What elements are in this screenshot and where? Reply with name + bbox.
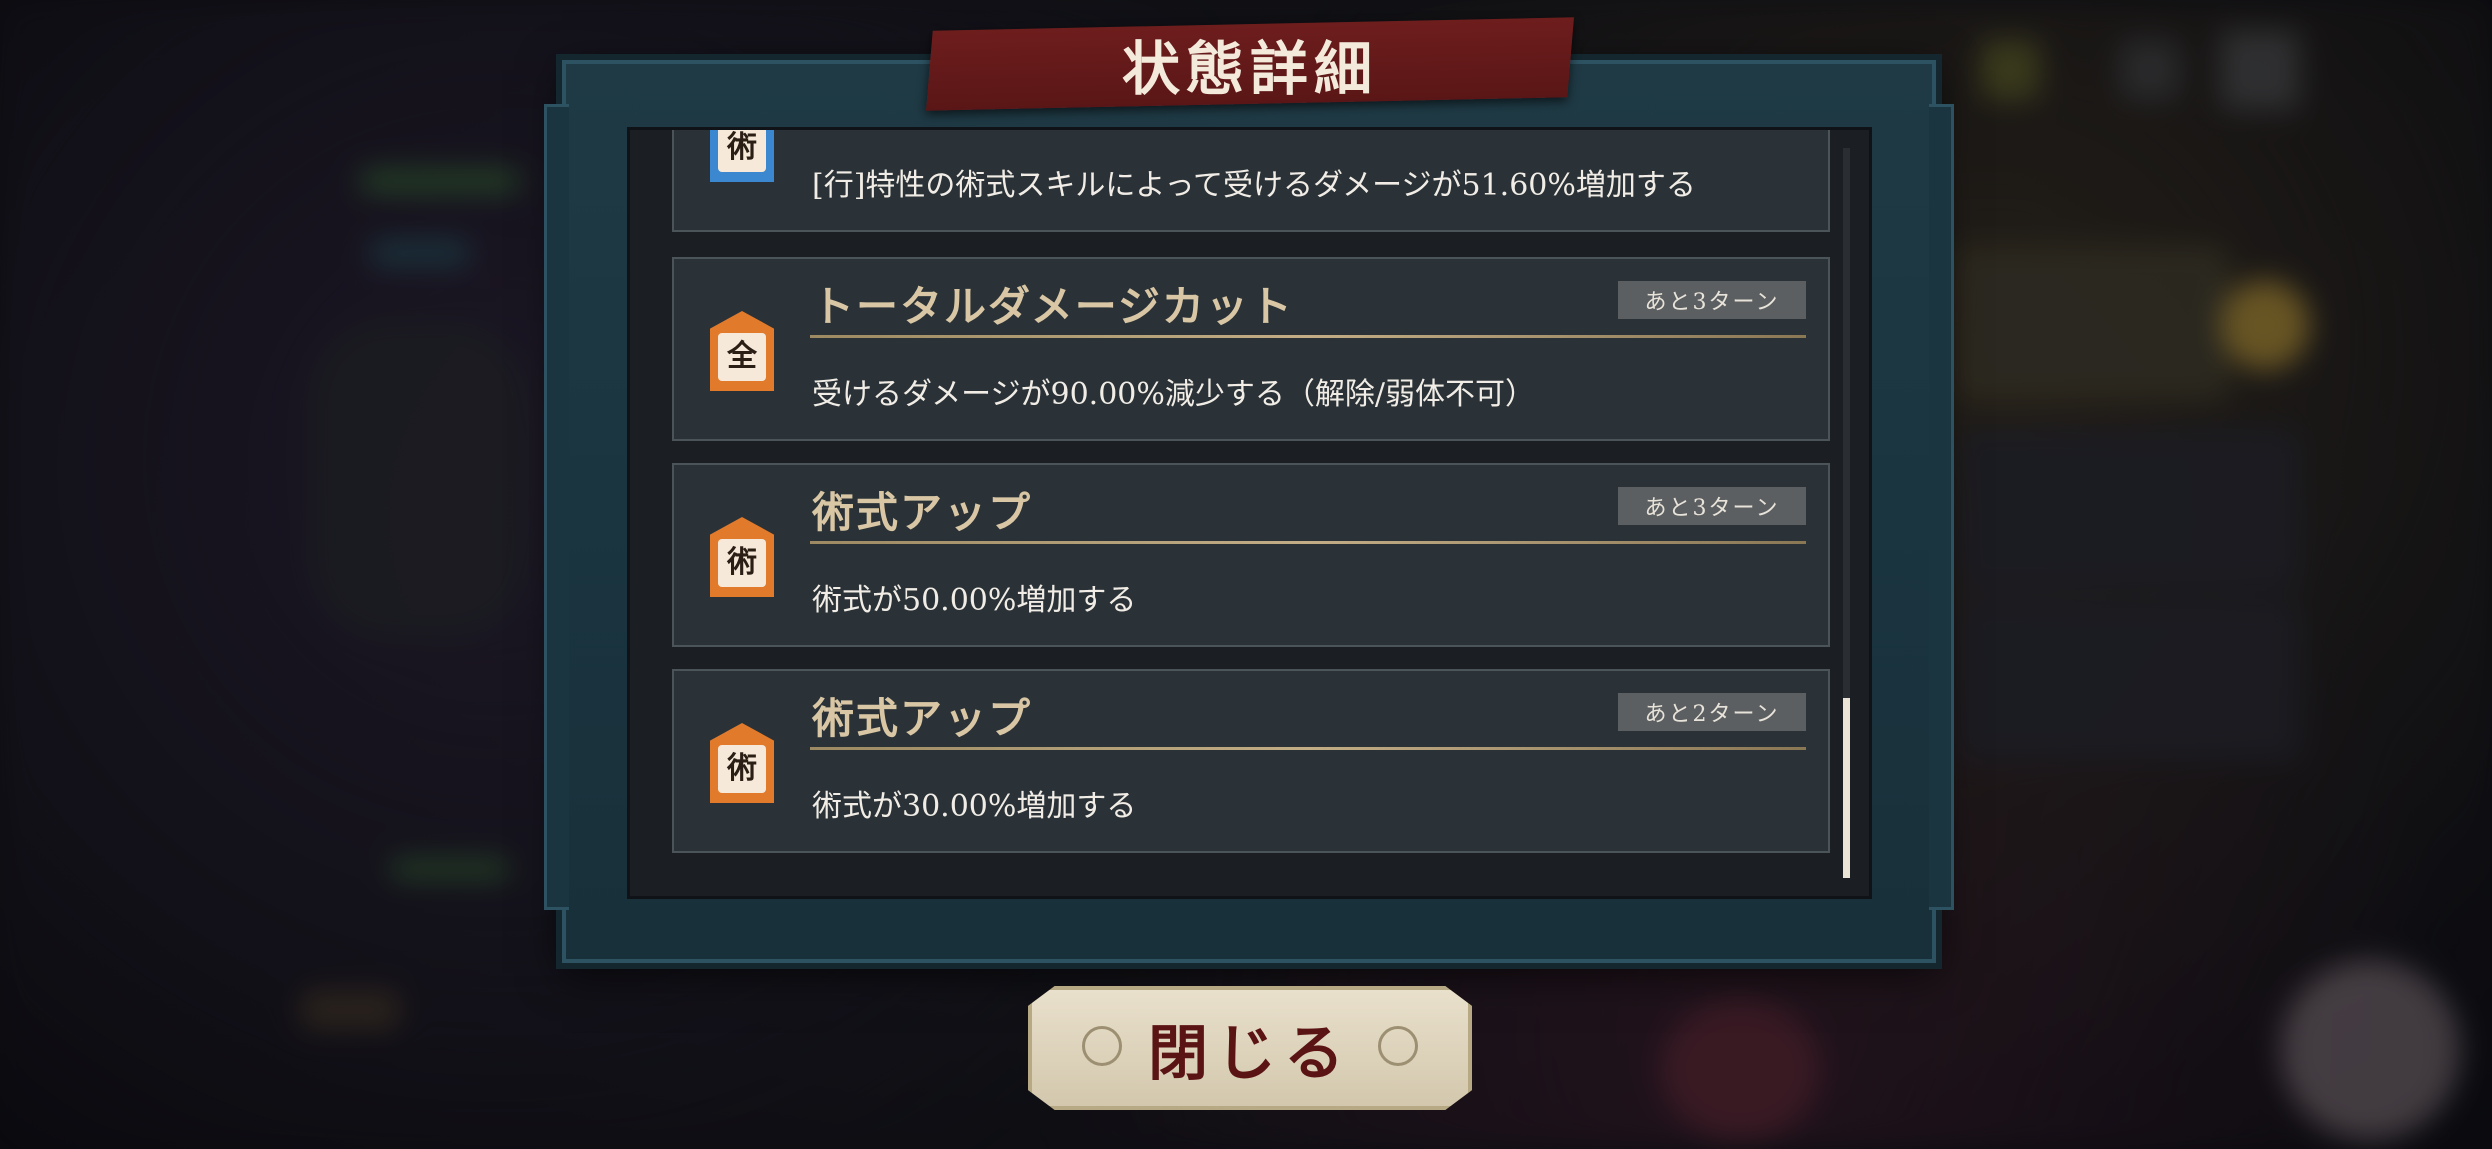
jutsu-icon: 術 [710,723,774,803]
effect-name: 術式アップ [812,488,1033,537]
badge-glyph: 術 [718,539,766,587]
turns-remaining-badge: あと2ターン [1618,693,1806,731]
dialog-title: 状態詳細 [1121,35,1378,103]
effect-description: 術式が30.00%増加する [812,789,1137,824]
effect-description: 術式が50.00%増加する [812,583,1137,618]
effect-description: 受けるダメージが90.00%減少する（解除/弱体不可） [812,377,1535,412]
effect-entry: 術 術式アップ あと2ターン 術式が30.00%増加する [672,669,1830,853]
effect-name: トータルダメージカット [812,282,1294,331]
badge-glyph: 術 [718,130,766,172]
scrollbar[interactable] [1843,148,1850,878]
all-icon: 全 [710,311,774,391]
divider [810,541,1806,544]
badge-glyph: 全 [718,333,766,381]
effect-entry: 術 [行]特性の術式スキルによって受けるダメージが51.60%増加する [672,130,1830,232]
divider [810,747,1806,750]
close-button[interactable]: 閉じる [1028,986,1472,1110]
effect-description: [行]特性の術式スキルによって受けるダメージが51.60%増加する [812,168,1696,203]
scrollbar-thumb[interactable] [1843,698,1850,878]
ornament-left-icon [1082,1026,1122,1066]
effect-name: 術式アップ [812,694,1033,743]
turns-remaining-badge: あと3ターン [1618,487,1806,525]
effect-entry: 全 トータルダメージカット あと3ターン 受けるダメージが90.00%減少する（… [672,257,1830,441]
jutsu-icon: 術 [710,130,774,182]
effect-entry: 術 術式アップ あと3ターン 術式が50.00%増加する [672,463,1830,647]
ornament-right-icon [1378,1026,1418,1066]
badge-glyph: 術 [718,745,766,793]
jutsu-icon: 術 [710,517,774,597]
turns-remaining-badge: あと3ターン [1618,281,1806,319]
effects-list[interactable]: 術 [行]特性の術式スキルによって受けるダメージが51.60%増加する 全 トー… [627,127,1872,899]
divider [810,335,1806,338]
close-button-label: 閉じる [1148,1018,1352,1089]
